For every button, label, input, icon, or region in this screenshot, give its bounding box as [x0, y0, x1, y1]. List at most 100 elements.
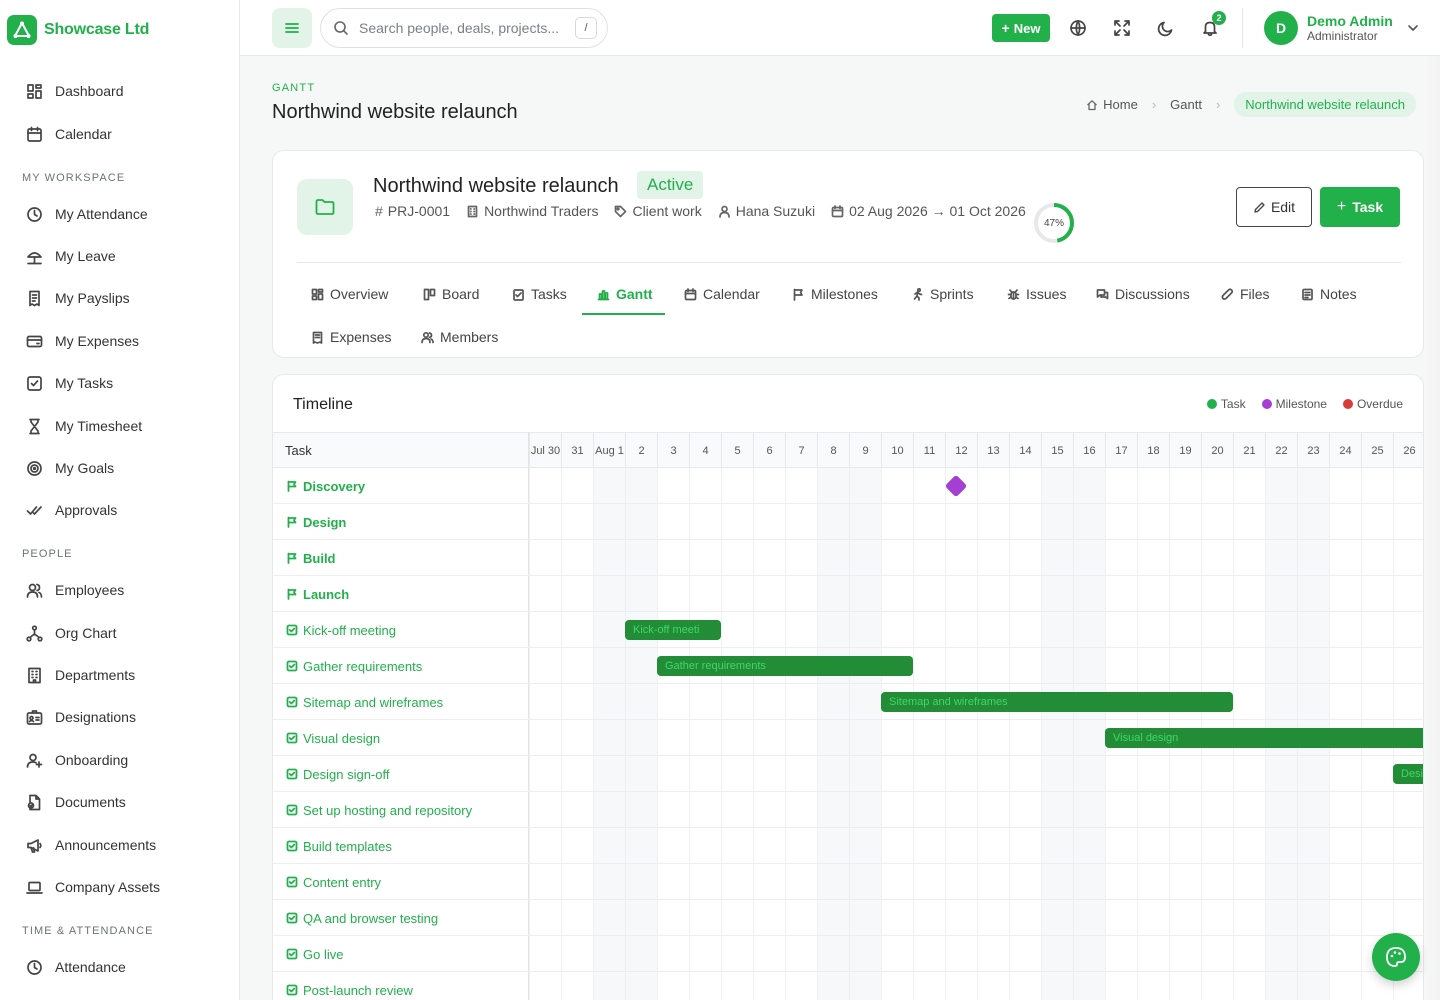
theme-customizer-button[interactable]	[1372, 933, 1420, 981]
sidebar-item-documents[interactable]: Documents	[26, 790, 126, 814]
sidebar-item-employees[interactable]: Employees	[26, 578, 124, 602]
sidebar-item-my-attendance[interactable]: My Attendance	[26, 202, 148, 226]
sidebar-item-designations[interactable]: Designations	[26, 705, 136, 729]
gantt-milestone-row: Discovery	[273, 468, 1423, 504]
notifications-button[interactable]: 2	[1194, 11, 1226, 44]
user-menu[interactable]: D Demo Admin Administrator	[1264, 11, 1419, 45]
gantt-day-header: 3	[657, 433, 689, 469]
project-name: Northwind website relaunch	[373, 175, 619, 197]
gantt-task-label[interactable]: Content entry	[286, 864, 381, 900]
gantt-task-label[interactable]: Design sign-off	[286, 756, 389, 792]
overview-icon	[311, 288, 324, 300]
sidebar-section-title: People	[22, 548, 73, 560]
gantt-task-label[interactable]: Set up hosting and repository	[286, 792, 472, 828]
tab-files[interactable]: Files	[1221, 283, 1270, 305]
tab-tasks[interactable]: Tasks	[512, 283, 567, 305]
sidebar-item-approvals[interactable]: Approvals	[26, 498, 117, 522]
tag-icon	[615, 205, 627, 217]
tab-notes[interactable]: Notes	[1301, 283, 1357, 305]
gantt-task-label[interactable]: Gather requirements	[286, 648, 422, 684]
gantt-task-bar[interactable]: Sitemap and wireframes	[881, 692, 1233, 712]
search-input[interactable]	[359, 20, 559, 36]
theme-toggle-button[interactable]	[1150, 12, 1182, 44]
tab-label: Overview	[330, 286, 389, 302]
sidebar-item-onboarding[interactable]: Onboarding	[26, 748, 128, 772]
sidebar-item-announcements[interactable]: Announcements	[26, 833, 156, 857]
search-shortcut-key: /	[575, 17, 597, 39]
gantt-task-label[interactable]: Sitemap and wireframes	[286, 684, 443, 720]
tab-milestones[interactable]: Milestones	[792, 283, 878, 305]
checkbox-icon	[286, 768, 298, 780]
gantt-task-label[interactable]: QA and browser testing	[286, 900, 438, 936]
language-button[interactable]	[1062, 12, 1094, 44]
sidebar-item-my-expenses[interactable]: My Expenses	[26, 329, 139, 353]
gantt-task-label[interactable]: Visual design	[286, 720, 380, 756]
tab-label: Milestones	[811, 286, 878, 302]
tab-gantt[interactable]: Gantt	[597, 283, 653, 305]
sidebar-item-my-leave[interactable]: My Leave	[26, 244, 116, 268]
flag-icon	[287, 552, 297, 564]
sidebar-item-my-payslips[interactable]: My Payslips	[26, 286, 130, 310]
gantt-task-bar[interactable]: Kick-off meeti	[625, 620, 721, 640]
gantt-milestone-label[interactable]: Launch	[286, 576, 349, 612]
sidebar-item-company-assets[interactable]: Company Assets	[26, 875, 160, 899]
new-button[interactable]: + New	[992, 14, 1050, 42]
tab-members[interactable]: Members	[421, 326, 498, 348]
legend-dot	[1342, 399, 1353, 409]
breadcrumb-home[interactable]: Home	[1103, 97, 1138, 112]
tab-board[interactable]: Board	[423, 283, 479, 305]
timeline-title: Timeline	[293, 396, 353, 413]
tab-overview[interactable]: Overview	[311, 283, 388, 305]
bug-icon	[1007, 288, 1020, 300]
tab-expenses[interactable]: Expenses	[311, 326, 391, 348]
sidebar-item-org-chart[interactable]: Org Chart	[26, 621, 116, 645]
brand[interactable]: Showcase Ltd	[7, 15, 149, 45]
sidebar-item-my-tasks[interactable]: My Tasks	[26, 371, 113, 395]
tab-sprints[interactable]: Sprints	[911, 283, 974, 305]
menu-toggle-button[interactable]	[272, 8, 312, 48]
gantt-day-header: 14	[1009, 433, 1041, 469]
tab-calendar[interactable]: Calendar	[684, 283, 760, 305]
fullscreen-button[interactable]	[1106, 12, 1138, 44]
edit-button[interactable]: Edit	[1236, 187, 1312, 227]
gantt-task-label[interactable]: Go live	[286, 936, 343, 972]
gantt-day-header: 16	[1073, 433, 1105, 469]
checkbox-icon	[286, 732, 298, 744]
sidebar-item-calendar[interactable]: Calendar	[26, 122, 112, 146]
gantt-milestone-label[interactable]: Build	[286, 540, 336, 576]
gantt-day-header: 24	[1329, 433, 1361, 469]
gantt-task-bar[interactable]: Desi	[1393, 764, 1423, 784]
sidebar-item-label: Dashboard	[55, 83, 124, 99]
gantt-milestone-label[interactable]: Discovery	[286, 468, 365, 504]
sidebar-item-label: My Leave	[55, 248, 116, 264]
project-meta: # PRJ-0001 Northwind Traders Client work…	[375, 203, 1042, 219]
search-box: /	[320, 8, 608, 48]
new-button-label: New	[1013, 20, 1041, 36]
add-task-button[interactable]: + Task	[1320, 187, 1400, 227]
gantt-task-bar[interactable]: Gather requirements	[657, 656, 913, 676]
checkbox-icon	[286, 948, 298, 960]
gantt-milestone-marker[interactable]	[944, 474, 968, 498]
gantt-task-label[interactable]: Post-launch review	[286, 972, 413, 1000]
gantt-task-label[interactable]: Build templates	[286, 828, 392, 864]
sidebar-item-my-goals[interactable]: My Goals	[26, 456, 114, 480]
sidebar-item-label: Onboarding	[55, 752, 129, 768]
breadcrumb-gantt[interactable]: Gantt	[1170, 97, 1202, 112]
id-badge-icon	[26, 709, 43, 725]
brand-name: Showcase Ltd	[44, 21, 150, 38]
sidebar-item-dashboard[interactable]: Dashboard	[26, 79, 124, 103]
gantt-milestone-label[interactable]: Design	[286, 504, 346, 540]
sidebar-item-my-timesheet[interactable]: My Timesheet	[26, 414, 142, 438]
gantt-task-row: Content entry	[273, 864, 1423, 900]
tab-discussions[interactable]: Discussions	[1096, 283, 1190, 305]
page-title: Northwind website relaunch	[272, 101, 518, 123]
gantt-task-bar[interactable]: Visual design	[1105, 728, 1423, 748]
megaphone-icon	[27, 838, 42, 853]
flag-icon	[287, 480, 297, 492]
gantt-milestone-row: Launch	[273, 576, 1423, 612]
gantt-task-label[interactable]: Kick-off meeting	[286, 612, 396, 648]
tab-issues[interactable]: Issues	[1007, 283, 1066, 305]
sidebar-item-attendance[interactable]: Attendance	[26, 955, 126, 979]
project-category: Client work	[632, 203, 702, 219]
sidebar-item-departments[interactable]: Departments	[26, 663, 135, 687]
